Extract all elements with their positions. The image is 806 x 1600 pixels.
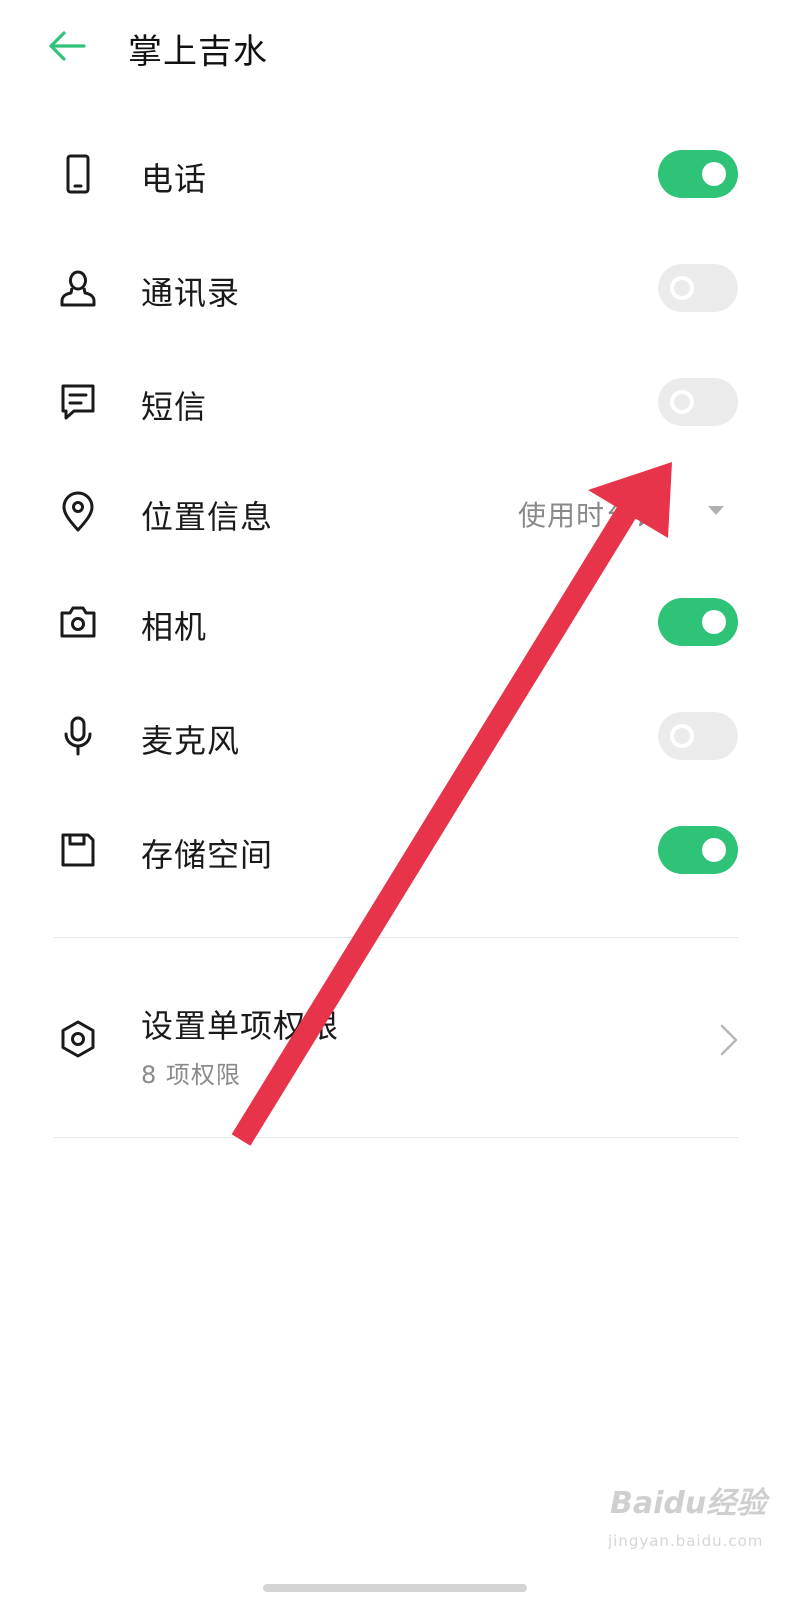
message-icon — [61, 384, 95, 420]
watermark-brand: Baidu经验 — [610, 1486, 767, 1521]
phone-toggle[interactable] — [658, 150, 738, 198]
permission-label: 麦克风 — [141, 722, 241, 760]
microphone-toggle[interactable] — [658, 712, 738, 760]
location-dropdown[interactable]: 使用时允许 — [518, 492, 738, 536]
permission-row-storage: 存储空间 — [0, 800, 806, 900]
toggle-knob — [670, 276, 694, 300]
permission-row-camera: 相机 — [0, 572, 806, 672]
back-button[interactable] — [44, 26, 92, 66]
permission-label: 位置信息 — [141, 498, 274, 536]
permission-row-contacts: 通讯录 — [0, 238, 806, 338]
microphone-icon — [64, 716, 92, 756]
permission-count: 8 项权限 — [141, 1061, 241, 1089]
toggle-knob — [702, 838, 726, 862]
permission-label: 相机 — [141, 608, 208, 646]
watermark-url: jingyan.baidu.com — [608, 1532, 764, 1550]
single-permission-settings[interactable]: 设置单项权限 8 项权限 — [0, 985, 806, 1105]
single-permission-label: 设置单项权限 — [141, 1007, 340, 1045]
divider — [54, 1137, 738, 1138]
toggle-knob — [702, 162, 726, 186]
permission-row-phone: 电话 — [0, 124, 806, 224]
camera-toggle[interactable] — [658, 598, 738, 646]
contacts-toggle[interactable] — [658, 264, 738, 312]
permission-row-microphone: 麦克风 — [0, 686, 806, 786]
toggle-knob — [702, 610, 726, 634]
dropdown-value: 使用时允许 — [518, 499, 664, 532]
sms-toggle[interactable] — [658, 378, 738, 426]
divider — [54, 937, 738, 938]
home-indicator[interactable] — [263, 1584, 527, 1592]
camera-icon — [60, 606, 96, 638]
contact-icon — [60, 270, 96, 307]
permission-label: 短信 — [141, 388, 208, 426]
permission-row-location: 位置信息 使用时允许 — [0, 462, 806, 562]
permission-label: 存储空间 — [141, 836, 274, 874]
toggle-knob — [670, 724, 694, 748]
hexagon-settings-icon — [61, 1020, 95, 1058]
permission-label: 电话 — [141, 160, 208, 198]
caret-down-icon — [708, 506, 724, 515]
permission-label: 通讯录 — [141, 274, 241, 312]
back-arrow-icon — [49, 31, 86, 61]
permission-row-sms: 短信 — [0, 352, 806, 452]
page-title: 掌上吉水 — [128, 32, 268, 72]
location-icon — [62, 491, 94, 532]
toggle-knob — [670, 390, 694, 414]
chevron-right-icon — [720, 1024, 738, 1056]
phone-icon — [66, 154, 90, 194]
storage-icon — [61, 833, 95, 867]
storage-toggle[interactable] — [658, 826, 738, 874]
header: 掌上吉水 — [0, 0, 806, 96]
